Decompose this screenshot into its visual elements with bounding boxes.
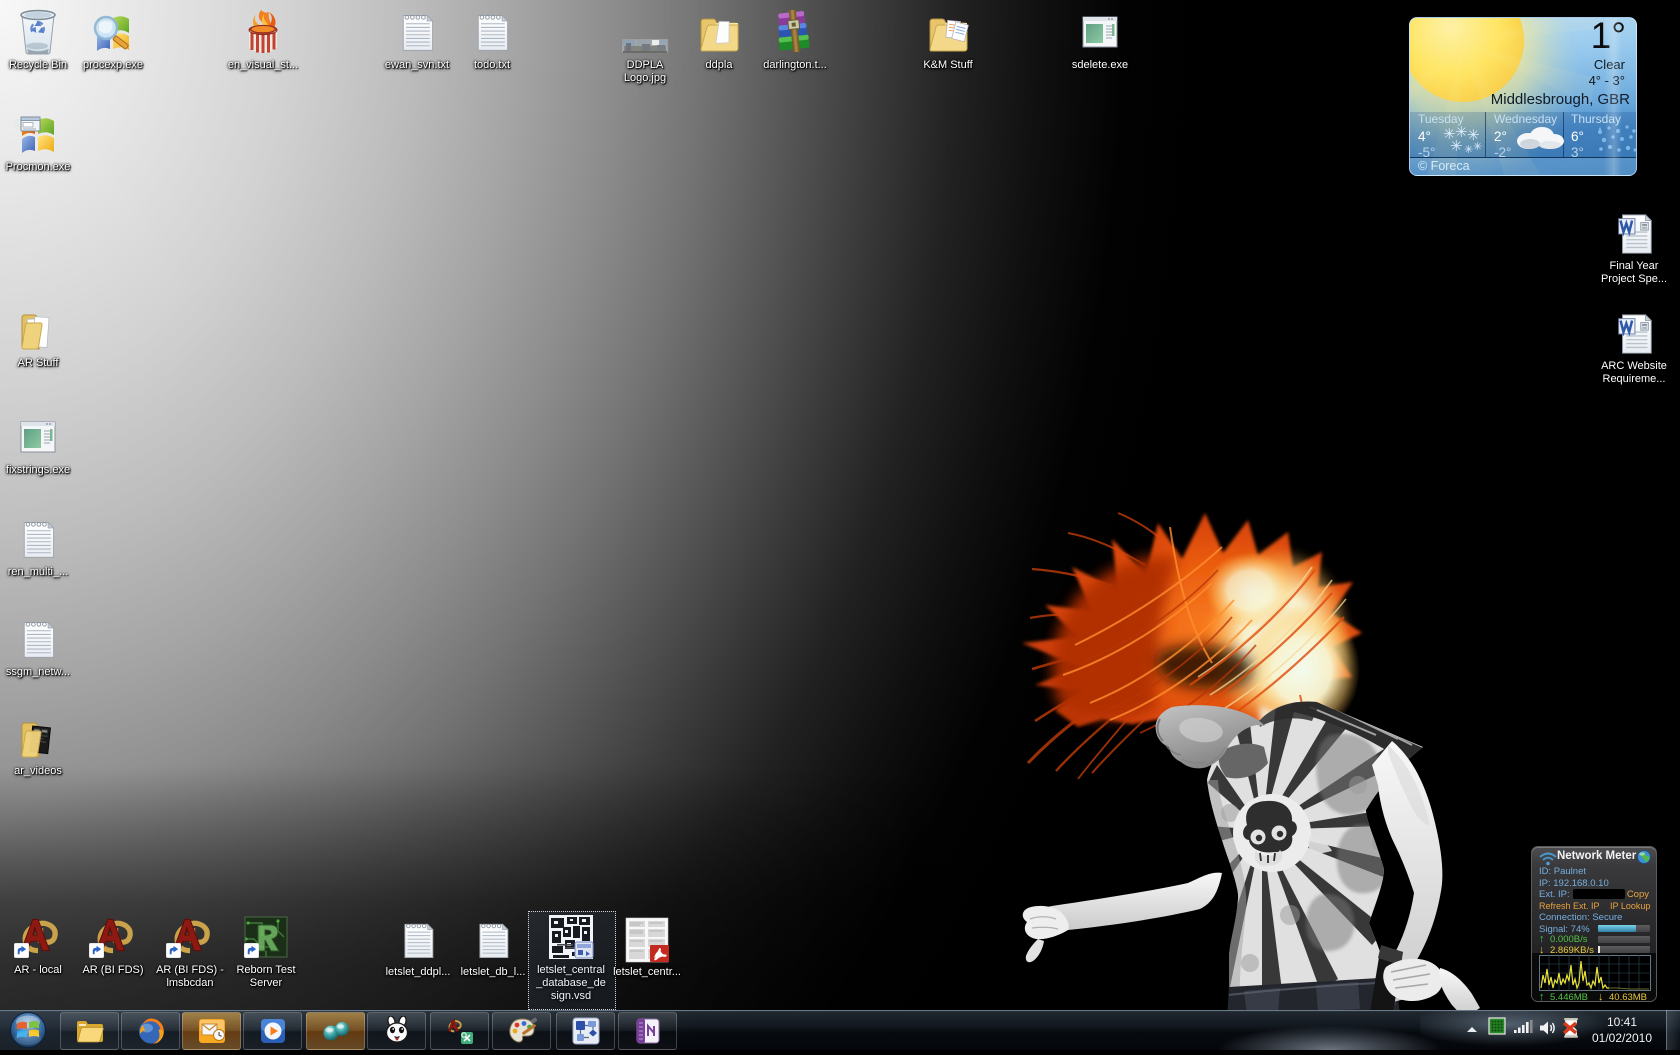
svg-text:✳: ✳ (1450, 138, 1463, 155)
svg-text:✳: ✳ (1473, 141, 1482, 153)
svg-text:✳: ✳ (1464, 144, 1473, 156)
